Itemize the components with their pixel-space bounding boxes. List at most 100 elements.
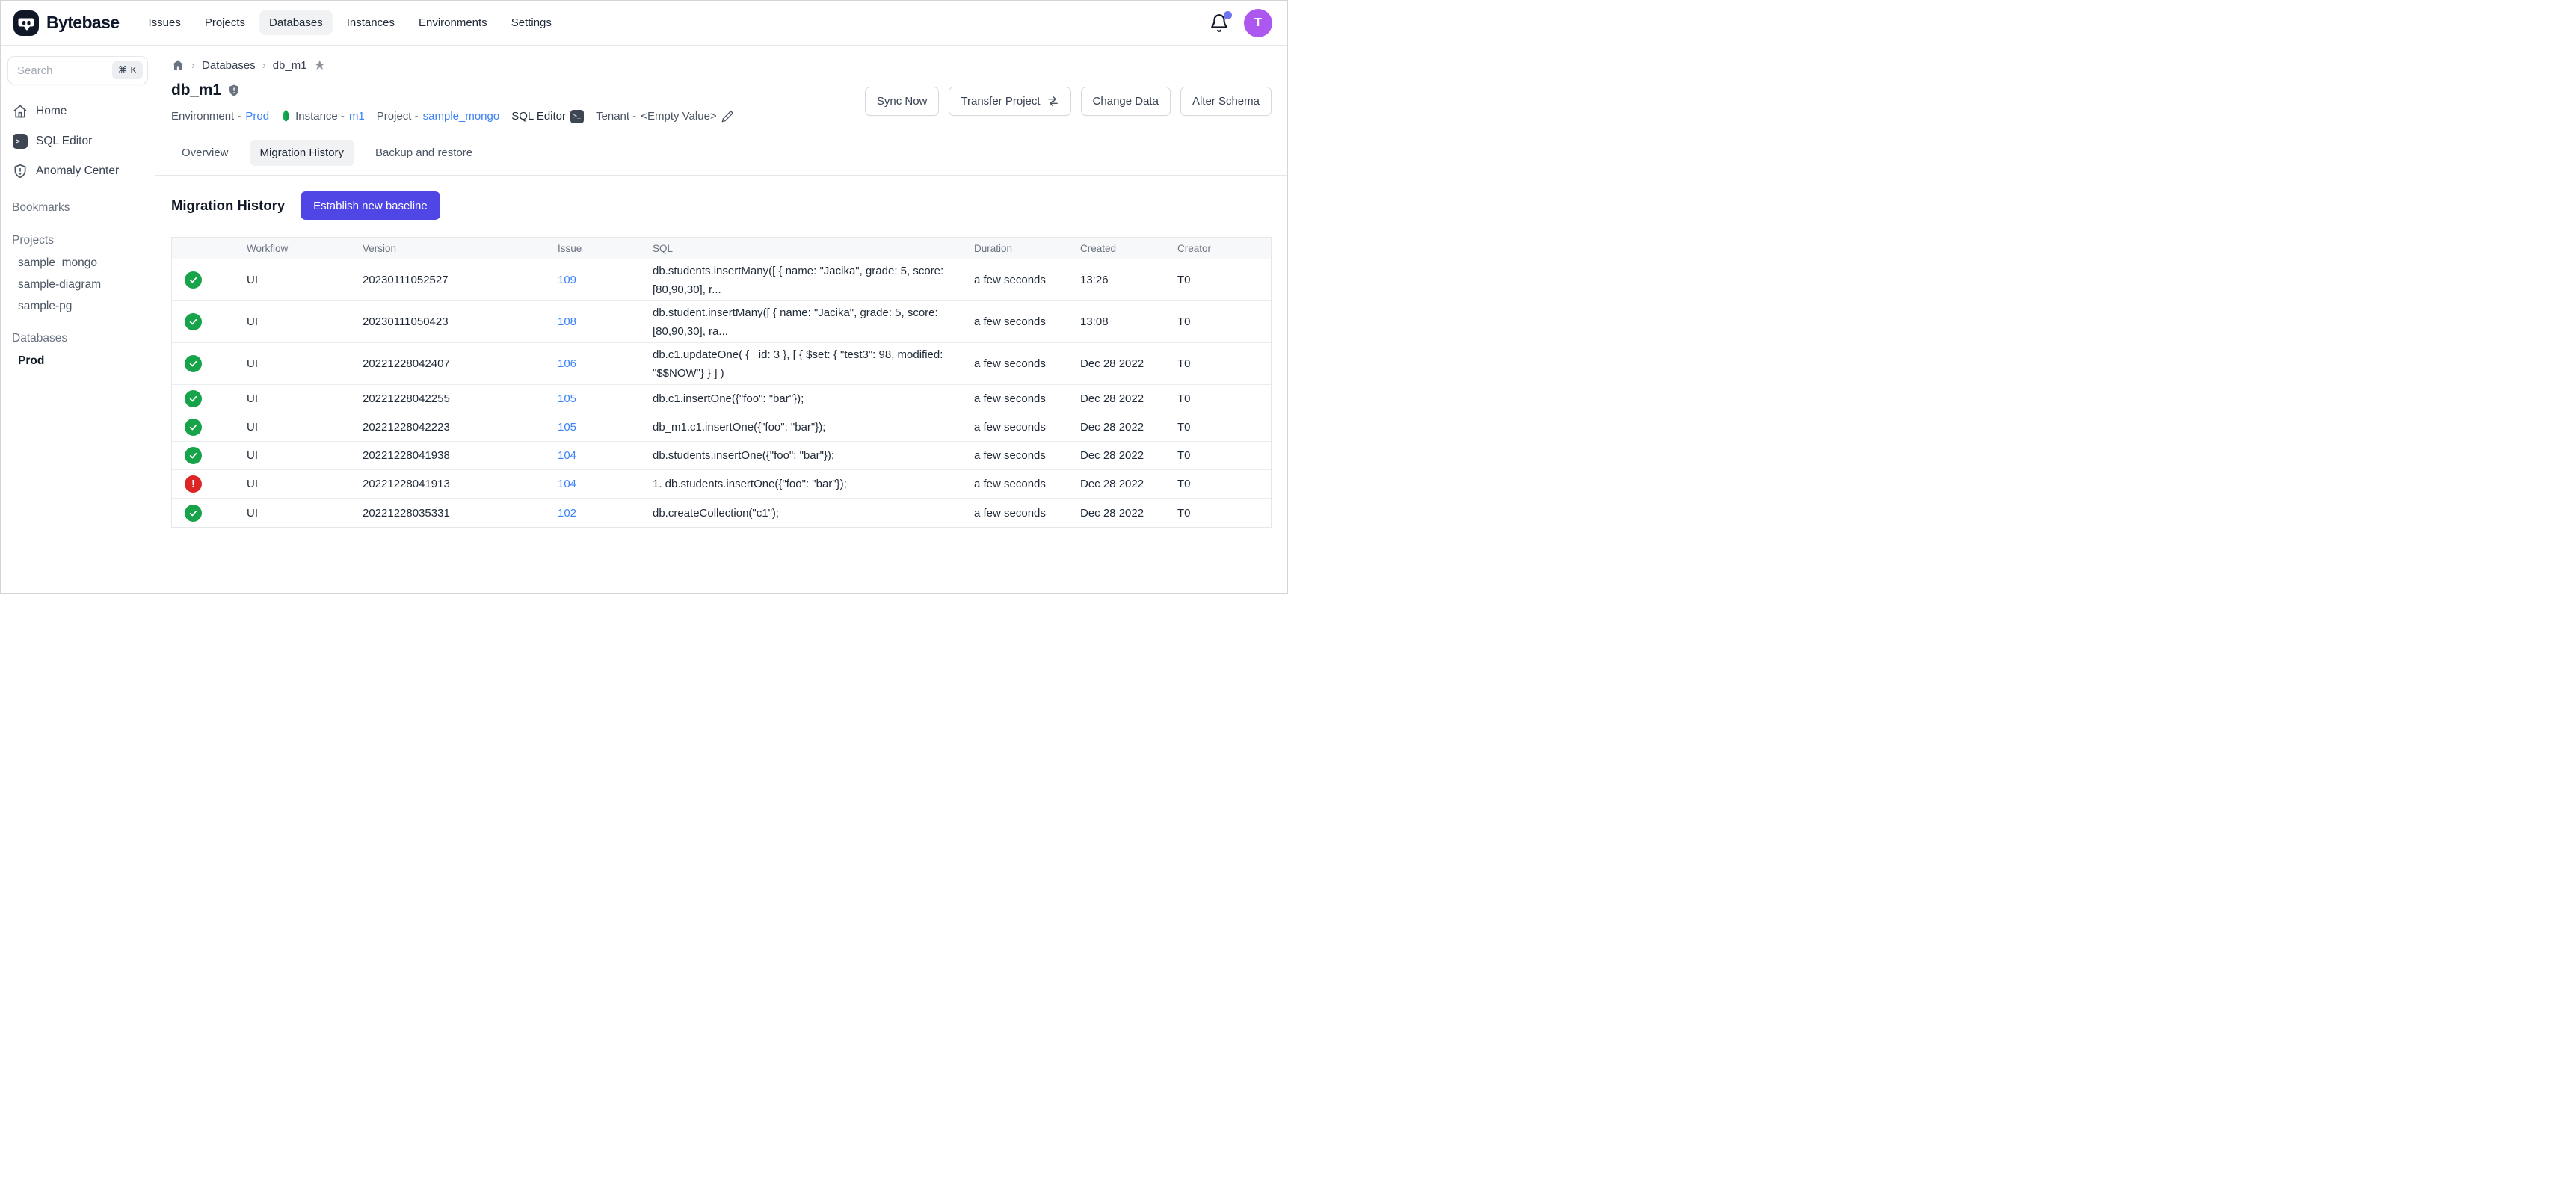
table-header-row: WorkflowVersionIssueSQLDurationCreatedCr… xyxy=(172,238,1271,259)
issue-link[interactable]: 108 xyxy=(558,315,653,328)
tenant-value: <Empty Value> xyxy=(641,110,716,123)
sql-cell: db.createCollection("c1"); xyxy=(653,504,974,522)
avatar[interactable]: T xyxy=(1244,9,1272,37)
issue-link[interactable]: 104 xyxy=(558,478,653,490)
issue-link[interactable]: 104 xyxy=(558,449,653,462)
status-success-icon xyxy=(185,313,202,330)
sql-cell: 1. db.students.insertOne({"foo": "bar"})… xyxy=(653,475,974,493)
transfer-icon xyxy=(1047,95,1059,108)
tab-migration-history[interactable]: Migration History xyxy=(250,140,355,166)
creator-cell: T0 xyxy=(1177,392,1271,405)
change-data-button[interactable]: Change Data xyxy=(1081,87,1171,116)
workflow-cell: UI xyxy=(247,315,363,328)
version-cell: 20221228042407 xyxy=(363,357,558,370)
tenant-label: Tenant - xyxy=(596,110,636,123)
search-input[interactable] xyxy=(17,64,112,77)
sql-editor-meta[interactable]: SQL Editor >_ xyxy=(511,110,584,123)
star-icon[interactable]: ★ xyxy=(314,58,326,72)
pencil-icon[interactable] xyxy=(721,111,733,123)
top-bar: Bytebase IssuesProjectsDatabasesInstance… xyxy=(1,1,1287,46)
workflow-cell: UI xyxy=(247,507,363,519)
shield-alert-icon xyxy=(13,164,28,179)
alter-schema-button[interactable]: Alter Schema xyxy=(1180,87,1272,116)
terminal-icon: >_ xyxy=(13,134,28,149)
notification-dot xyxy=(1224,11,1232,19)
tab-backup-and-restore[interactable]: Backup and restore xyxy=(365,140,483,166)
instance-link[interactable]: m1 xyxy=(349,110,365,123)
nav-item-projects[interactable]: Projects xyxy=(195,10,255,35)
mongodb-leaf-icon xyxy=(281,109,291,123)
sidebar-section-databases: DatabasesProd xyxy=(1,327,155,371)
nav-item-instances[interactable]: Instances xyxy=(337,10,404,35)
home-icon[interactable] xyxy=(171,58,185,72)
notification-button[interactable] xyxy=(1210,13,1229,33)
creator-cell: T0 xyxy=(1177,274,1271,286)
duration-cell: a few seconds xyxy=(974,274,1080,286)
nav-item-settings[interactable]: Settings xyxy=(502,10,561,35)
button-label: Alter Schema xyxy=(1192,95,1260,108)
created-cell: 13:26 xyxy=(1080,274,1177,286)
top-nav: IssuesProjectsDatabasesInstancesEnvironm… xyxy=(138,10,561,35)
issue-link[interactable]: 105 xyxy=(558,421,653,434)
sidebar-item-home[interactable]: Home xyxy=(1,96,155,126)
sql-cell: db.students.insertMany([ { name: "Jacika… xyxy=(653,262,974,299)
issue-link[interactable]: 105 xyxy=(558,392,653,405)
tabs: Overview Migration History Backup and rest… xyxy=(155,140,1287,176)
status-success-icon xyxy=(185,390,202,407)
sidebar-item-prod[interactable]: Prod xyxy=(1,350,155,371)
sidebar-section-label: Projects xyxy=(1,229,155,252)
breadcrumb-databases[interactable]: Databases xyxy=(202,59,256,72)
tenant-meta: Tenant - <Empty Value> xyxy=(596,110,733,123)
migration-section-header: Migration History Establish new baseline xyxy=(171,191,1272,220)
sidebar: ⌘ K Home >_ SQL Editor Anomaly Center Bookm… xyxy=(1,46,155,593)
issue-link[interactable]: 102 xyxy=(558,507,653,519)
environment-link[interactable]: Prod xyxy=(245,110,269,123)
issue-link[interactable]: 106 xyxy=(558,357,653,370)
sidebar-nav: Home >_ SQL Editor Anomaly Center xyxy=(1,96,155,186)
migration-row: !UI202212280419131041. db.students.inser… xyxy=(172,470,1271,499)
page-title: db_m1 xyxy=(171,81,221,99)
button-label: Sync Now xyxy=(877,95,928,108)
sync-now-button[interactable]: Sync Now xyxy=(865,87,940,116)
sidebar-item-anomaly-center[interactable]: Anomaly Center xyxy=(1,156,155,186)
search-box[interactable]: ⌘ K xyxy=(7,56,148,84)
created-cell: Dec 28 2022 xyxy=(1080,392,1177,405)
sql-cell: db_m1.c1.insertOne({"foo": "bar"}); xyxy=(653,418,974,437)
column-header-duration: Duration xyxy=(974,243,1080,254)
sidebar-item-sample-diagram[interactable]: sample-diagram xyxy=(1,274,155,295)
issue-link[interactable]: 109 xyxy=(558,274,653,286)
page-head: db_m1 Environment - Prod Instance - m1 xyxy=(171,81,1272,123)
breadcrumb-db-m1[interactable]: db_m1 xyxy=(273,59,307,72)
migration-row: UI20230111052527109db.students.insertMan… xyxy=(172,259,1271,301)
workflow-cell: UI xyxy=(247,274,363,286)
instance-meta: Instance - m1 xyxy=(281,109,365,123)
sidebar-item-sample_mongo[interactable]: sample_mongo xyxy=(1,252,155,274)
migration-row: UI20221228042255105db.c1.insertOne({"foo… xyxy=(172,385,1271,413)
sidebar-item-sample-pg[interactable]: sample-pg xyxy=(1,295,155,317)
workflow-cell: UI xyxy=(247,357,363,370)
version-cell: 20221228035331 xyxy=(363,507,558,519)
duration-cell: a few seconds xyxy=(974,507,1080,519)
sidebar-item-sql-editor[interactable]: >_ SQL Editor xyxy=(1,126,155,156)
creator-cell: T0 xyxy=(1177,478,1271,490)
transfer-project-button[interactable]: Transfer Project xyxy=(949,87,1070,116)
nav-item-issues[interactable]: Issues xyxy=(138,10,190,35)
sidebar-section-label: Databases xyxy=(1,327,155,350)
sidebar-section-label: Bookmarks xyxy=(1,197,155,219)
tab-overview[interactable]: Overview xyxy=(171,140,239,166)
nav-item-environments[interactable]: Environments xyxy=(409,10,497,35)
establish-baseline-button[interactable]: Establish new baseline xyxy=(301,191,440,220)
chevron-right-icon: › xyxy=(191,59,195,72)
version-cell: 20221228042255 xyxy=(363,392,558,405)
migration-row: UI20221228042223105db_m1.c1.insertOne({"… xyxy=(172,413,1271,442)
nav-item-databases[interactable]: Databases xyxy=(259,10,333,35)
status-failed-icon: ! xyxy=(185,475,202,493)
topbar-right: T xyxy=(1210,9,1272,37)
project-link[interactable]: sample_mongo xyxy=(423,110,500,123)
terminal-icon: >_ xyxy=(570,110,584,123)
version-cell: 20221228041913 xyxy=(363,478,558,490)
brand[interactable]: Bytebase xyxy=(13,10,119,37)
created-cell: Dec 28 2022 xyxy=(1080,357,1177,370)
sidebar-item-label: SQL Editor xyxy=(36,135,92,148)
sidebar-section-projects: Projectssample_mongosample-diagramsample… xyxy=(1,229,155,317)
